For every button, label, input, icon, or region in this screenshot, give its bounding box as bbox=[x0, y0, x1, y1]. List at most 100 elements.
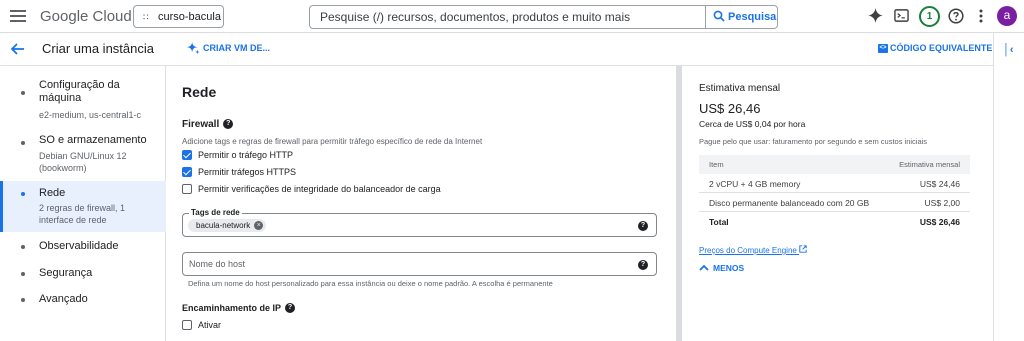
menu-icon[interactable] bbox=[10, 10, 26, 22]
right-rail bbox=[993, 33, 1024, 341]
bullet-icon bbox=[21, 272, 25, 276]
ip-forwarding-title: Encaminhamento de IP? bbox=[182, 303, 296, 313]
sidebar-item-advanced[interactable]: Avançado bbox=[0, 289, 166, 311]
notifications-badge[interactable]: 1 bbox=[919, 6, 940, 27]
compute-engine-pricing-link[interactable]: Preços do Compute Engine bbox=[699, 245, 807, 255]
monthly-estimate-panel: Estimativa mensal US$ 26,46 Cerca de US$… bbox=[682, 66, 993, 341]
help-icon[interactable]: ? bbox=[638, 260, 648, 270]
sidebar-item-label: SO e armazenamento bbox=[39, 134, 147, 146]
gemini-sparkle-icon[interactable] bbox=[868, 8, 883, 23]
help-icon[interactable]: ? bbox=[285, 303, 296, 313]
sections-sidebar: Configuração da máquina e2-medium, us-ce… bbox=[0, 66, 166, 341]
project-name: curso-bacula bbox=[158, 11, 221, 23]
top-bar: Google Cloud ∷ curso-bacula Pesquisa 1 a bbox=[0, 0, 1024, 33]
firewall-title-text: Firewall bbox=[182, 119, 220, 130]
tag-chip: bacula-network × bbox=[188, 219, 267, 232]
column-header: Item bbox=[709, 160, 724, 169]
logo-google: Google bbox=[40, 8, 89, 25]
search-icon bbox=[713, 10, 725, 22]
table-header: Item Estimativa mensal bbox=[699, 155, 970, 174]
pricing-link-label: Preços do Compute Engine bbox=[699, 246, 797, 255]
table-cell: US$ 24,46 bbox=[919, 179, 960, 189]
table-cell: Total bbox=[709, 217, 729, 227]
sidebar-item-machine-config[interactable]: Configuração da máquina e2-medium, us-ce… bbox=[0, 76, 166, 124]
hostname-hint: Defina um nome do host personalizado par… bbox=[188, 279, 553, 288]
table-cell: Disco permanente balanceado com 20 GB bbox=[709, 198, 870, 208]
estimate-table: Item Estimativa mensal 2 vCPU + 4 GB mem… bbox=[699, 155, 970, 231]
project-selector[interactable]: ∷ curso-bacula bbox=[133, 5, 224, 28]
help-icon[interactable] bbox=[948, 8, 964, 24]
estimate-hourly: Cerca de US$ 0,04 por hora bbox=[699, 119, 806, 129]
project-icon: ∷ bbox=[143, 12, 149, 22]
avatar[interactable]: a bbox=[997, 6, 1017, 26]
collapse-panel-icon[interactable]: │‹ bbox=[1003, 44, 1014, 56]
table-cell: 2 vCPU + 4 GB memory bbox=[709, 179, 801, 189]
more-vert-icon[interactable] bbox=[977, 8, 985, 24]
sidebar-item-observability[interactable]: Observabilidade bbox=[0, 236, 166, 258]
help-icon[interactable]: ? bbox=[223, 119, 234, 129]
sidebar-item-os-storage[interactable]: SO e armazenamento Debian GNU/Linux 12 (… bbox=[0, 128, 166, 176]
create-vm-from-button[interactable]: CRIAR VM DE... bbox=[186, 41, 271, 55]
checkbox-checked[interactable] bbox=[182, 167, 192, 177]
remove-chip-icon[interactable]: × bbox=[254, 221, 264, 230]
column-header: Estimativa mensal bbox=[899, 160, 960, 169]
bullet-icon bbox=[21, 141, 25, 145]
search-button-label: Pesquisa bbox=[728, 11, 777, 23]
show-less-button[interactable]: MENOS bbox=[699, 263, 744, 273]
checkbox-unchecked[interactable] bbox=[182, 320, 192, 330]
table-row-total: Total US$ 26,46 bbox=[699, 212, 970, 231]
page-title: Criar uma instância bbox=[42, 41, 154, 56]
sidebar-item-label: Segurança bbox=[39, 267, 93, 279]
table-cell: US$ 2,00 bbox=[924, 198, 960, 208]
help-icon[interactable]: ? bbox=[638, 221, 648, 231]
sidebar-item-sub: e2-medium, us-central1-c bbox=[39, 110, 142, 120]
pay-as-you-go-note: Pague pelo que usar: faturamento por seg… bbox=[699, 137, 928, 146]
equivalent-code-button[interactable]: <> CÓDIGO EQUIVALENTE bbox=[878, 43, 992, 53]
google-cloud-logo[interactable]: Google Cloud bbox=[40, 8, 132, 25]
checkbox-label: Permitir verificações de integridade do … bbox=[198, 184, 441, 194]
table-row: 2 vCPU + 4 GB memory US$ 24,46 bbox=[699, 174, 970, 193]
external-link-icon bbox=[799, 245, 807, 253]
estimate-price: US$ 26,46 bbox=[699, 101, 761, 116]
hostname-input[interactable] bbox=[183, 253, 623, 275]
sidebar-item-label: Avançado bbox=[39, 293, 88, 305]
create-vm-label: CRIAR VM DE... bbox=[203, 43, 271, 53]
checkbox-label: Ativar bbox=[198, 320, 222, 330]
table-row: Disco permanente balanceado com 20 GB US… bbox=[699, 193, 970, 212]
sparkle-icon bbox=[186, 41, 200, 55]
sidebar-item-network[interactable]: Rede 2 regras de firewall, 1 interface d… bbox=[0, 181, 166, 232]
checkbox-label: Permitir tráfegos HTTPS bbox=[198, 167, 297, 177]
search-input[interactable] bbox=[310, 6, 705, 28]
back-arrow-icon[interactable] bbox=[11, 43, 25, 55]
code-icon: <> bbox=[878, 44, 888, 53]
cloud-shell-icon[interactable] bbox=[894, 8, 909, 23]
equivalent-code-label: CÓDIGO EQUIVALENTE bbox=[890, 43, 993, 53]
hostname-field[interactable]: ? bbox=[182, 252, 657, 276]
section-heading: Rede bbox=[182, 84, 217, 100]
show-less-label: MENOS bbox=[713, 263, 745, 273]
estimate-title: Estimativa mensal bbox=[699, 83, 781, 94]
sidebar-item-sub: 2 regras de firewall, 1 interface de red… bbox=[39, 203, 126, 225]
sidebar-item-sub: Debian GNU/Linux 12 (bookworm) bbox=[39, 151, 127, 173]
sidebar-item-label: Observabilidade bbox=[39, 240, 119, 252]
chevron-up-icon bbox=[699, 264, 709, 271]
table-cell: US$ 26,46 bbox=[919, 217, 960, 227]
checkbox-checked[interactable] bbox=[182, 150, 192, 160]
page-header: Criar uma instância CRIAR VM DE... <> CÓ… bbox=[0, 33, 993, 66]
network-tags-field[interactable]: Tags de rede bacula-network × ? bbox=[182, 208, 657, 237]
checkbox-unchecked[interactable] bbox=[182, 184, 192, 194]
bullet-icon bbox=[21, 298, 25, 302]
tag-chip-label: bacula-network bbox=[196, 221, 251, 230]
sidebar-item-label: Configuração da máquina bbox=[39, 79, 120, 104]
search-button[interactable]: Pesquisa bbox=[705, 6, 777, 28]
firewall-title: Firewall? bbox=[182, 119, 234, 130]
network-section: Rede Firewall? Adicione tags e regras de… bbox=[167, 66, 676, 341]
ip-forwarding-title-text: Encaminhamento de IP bbox=[182, 303, 282, 313]
bullet-icon bbox=[21, 91, 25, 95]
sidebar-item-security[interactable]: Segurança bbox=[0, 263, 166, 285]
checkbox-label: Permitir o tráfego HTTP bbox=[198, 150, 294, 160]
active-indicator bbox=[0, 181, 3, 232]
logo-cloud: Cloud bbox=[92, 8, 132, 25]
sidebar-item-label: Rede bbox=[39, 187, 66, 199]
network-tags-label: Tags de rede bbox=[189, 208, 242, 217]
